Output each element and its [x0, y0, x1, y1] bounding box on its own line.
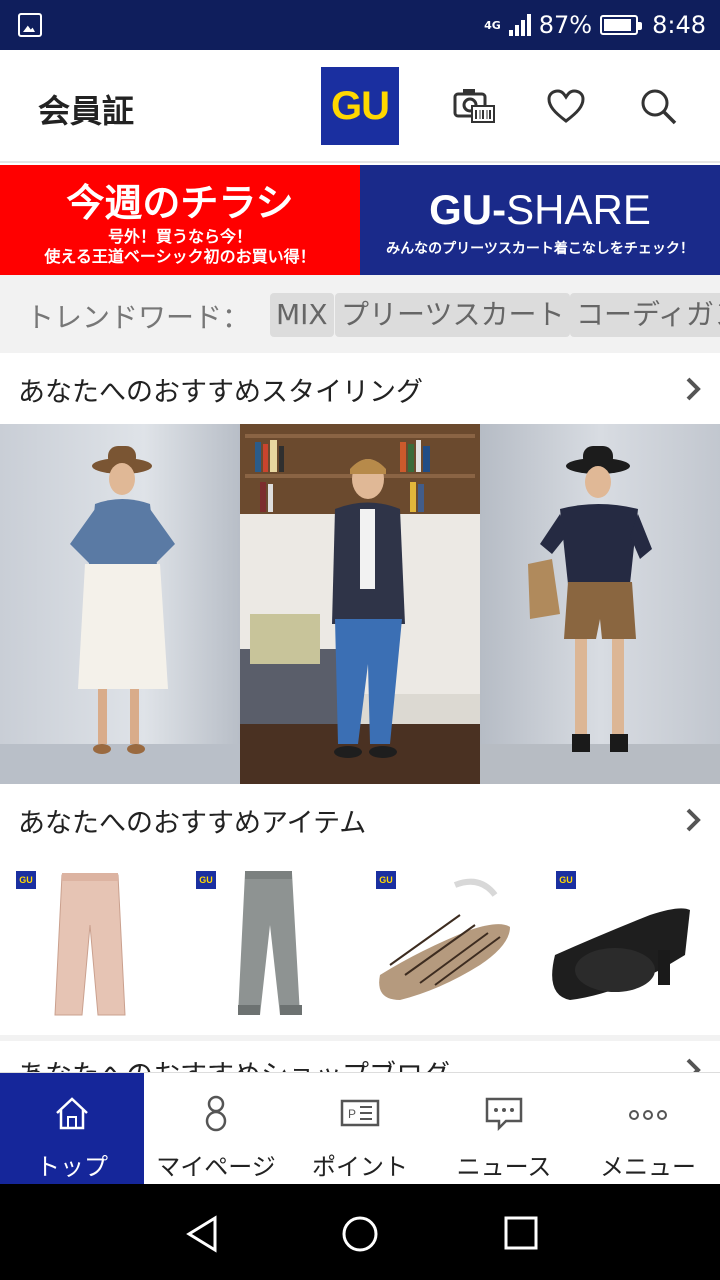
nav-menu[interactable]: メニュー: [576, 1073, 720, 1185]
gu-badge: GU: [196, 871, 216, 889]
nav-points-label: ポイント: [312, 1153, 408, 1181]
app-header: 会員証 GU: [0, 50, 720, 163]
share-title-bold: GU-: [429, 186, 507, 233]
chevron-right-icon: [686, 377, 701, 401]
item-card-jogger-pants[interactable]: GU: [180, 855, 360, 1035]
styling-photo-3[interactable]: [480, 424, 720, 784]
nav-news-label: ニュース: [456, 1153, 552, 1181]
nav-top-label: トップ: [36, 1153, 108, 1181]
home-icon: [56, 1097, 88, 1130]
share-subtitle: みんなのプリーツスカート着こなしをチェック！: [386, 241, 694, 257]
heart-icon[interactable]: [542, 82, 590, 130]
network-type: 4G: [484, 18, 501, 32]
gu-logo[interactable]: GU: [321, 67, 399, 145]
signal-icon: [508, 14, 531, 36]
camera-barcode-icon[interactable]: [450, 82, 498, 130]
member-card-button[interactable]: 会員証: [38, 86, 134, 132]
battery-icon: [600, 15, 643, 35]
styling-photo-2[interactable]: [240, 424, 480, 784]
chat-bubble-icon: [485, 1097, 523, 1132]
recommended-items-row: GU GU GU GU: [0, 855, 720, 1035]
item-card-lace-up-flats[interactable]: GU: [360, 855, 540, 1035]
gallery-notification-icon: [18, 13, 42, 37]
flyer-subtitle-2: 使える王道ベーシック初のお買い得！: [44, 247, 316, 266]
styling-photo-row: [0, 424, 720, 784]
svg-text:P: P: [348, 1107, 356, 1121]
nav-news[interactable]: ニュース: [432, 1073, 576, 1185]
blog-section-header[interactable]: あなたへのおすすめショップブログ: [0, 1035, 720, 1075]
search-icon[interactable]: [634, 82, 682, 130]
flyer-subtitle-1: 号外！買うなら今！: [107, 227, 252, 246]
nav-points[interactable]: P ポイント: [288, 1073, 432, 1185]
item-card-wide-pants[interactable]: GU: [0, 855, 180, 1035]
gu-badge: GU: [16, 871, 36, 889]
trend-chip-pleats-skirt[interactable]: プリーツスカート: [335, 293, 571, 337]
recent-apps-icon[interactable]: [502, 1214, 542, 1254]
home-button-icon[interactable]: [340, 1214, 380, 1254]
network-indicator: 4G: [484, 20, 501, 31]
item-card-fur-pumps[interactable]: GU: [540, 855, 720, 1035]
styling-section-header[interactable]: あなたへのおすすめスタイリング: [0, 354, 720, 424]
share-title: GU-SHARE: [360, 185, 720, 235]
person-icon: [205, 1095, 227, 1132]
back-icon[interactable]: [183, 1214, 223, 1254]
styling-section-title: あなたへのおすすめスタイリング: [18, 377, 423, 408]
battery-percent: 87%: [538, 11, 593, 39]
trend-label: トレンドワード：: [26, 301, 251, 334]
nav-menu-label: メニュー: [600, 1153, 696, 1181]
chevron-right-icon: [686, 808, 701, 832]
items-section-title: あなたへのおすすめアイテム: [18, 808, 367, 839]
weekly-flyer-banner[interactable]: 今週のチラシ 号外！買うなら今！ 使える王道ベーシック初のお買い得！: [0, 165, 360, 275]
share-title-light: SHARE: [506, 186, 651, 233]
gu-badge: GU: [556, 871, 576, 889]
promo-banners: 今週のチラシ 号外！買うなら今！ 使える王道ベーシック初のお買い得！ GU-SH…: [0, 165, 720, 275]
nav-top[interactable]: トップ: [0, 1073, 144, 1185]
clock: 8:48: [652, 11, 706, 39]
trend-chip-mix[interactable]: MIX: [270, 293, 334, 337]
point-card-icon: P: [340, 1099, 380, 1127]
trend-words-bar: トレンドワード： MIX プリーツスカート コーディガン: [0, 275, 720, 353]
bottom-navigation: トップ マイページ P ポイント ニュース メニュー: [0, 1072, 720, 1185]
styling-photo-1[interactable]: [0, 424, 240, 784]
gu-badge: GU: [376, 871, 396, 889]
nav-mypage[interactable]: マイページ: [144, 1073, 288, 1185]
nav-mypage-label: マイページ: [156, 1153, 276, 1181]
status-bar: 4G 87% 8:48: [0, 0, 720, 50]
items-section-header[interactable]: あなたへのおすすめアイテム: [0, 785, 720, 855]
trend-chip-cordigan[interactable]: コーディガン: [570, 293, 720, 337]
gu-share-banner[interactable]: GU-SHARE みんなのプリーツスカート着こなしをチェック！: [360, 165, 720, 275]
more-dots-icon: [629, 1110, 667, 1120]
system-navigation-bar: [0, 1184, 720, 1280]
flyer-title: 今週のチラシ: [66, 181, 294, 225]
